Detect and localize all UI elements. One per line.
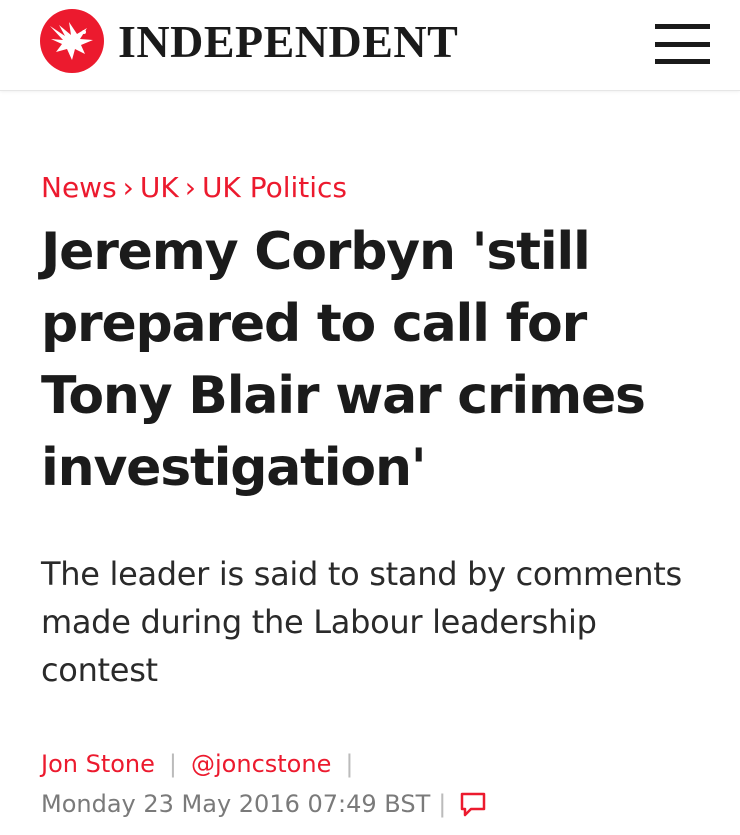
breadcrumb-news[interactable]: News (41, 171, 117, 204)
breadcrumb: News › UK › UK Politics (41, 170, 701, 206)
breadcrumb-separator: › (184, 171, 196, 204)
article-standfirst: The leader is said to stand by comments … (41, 555, 682, 689)
article-headline: Jeremy Corbyn 'still prepared to call fo… (41, 222, 646, 498)
site-logo[interactable]: INDEPENDENT (40, 9, 458, 73)
dateline-separator: | (438, 790, 447, 818)
article: News › UK › UK Politics Jeremy Corbyn 'still… (41, 170, 701, 822)
publish-date: Monday 23 May 2016 07:49 BST (41, 790, 431, 818)
eagle-icon (40, 9, 104, 73)
twitter-handle-link[interactable]: @joncstone (191, 750, 331, 778)
breadcrumb-uk[interactable]: UK (140, 171, 179, 204)
menu-bar (655, 24, 710, 29)
byline: Jon Stone | @joncstone | (41, 746, 701, 782)
brand-name: INDEPENDENT (118, 15, 459, 67)
menu-bar (655, 59, 710, 64)
breadcrumb-separator: › (122, 171, 134, 204)
menu-bar (655, 41, 710, 47)
author-link[interactable]: Jon Stone (41, 750, 155, 778)
byline-separator: | (345, 750, 354, 778)
breadcrumb-uk-politics[interactable]: UK Politics (202, 171, 347, 204)
dateline: Monday 23 May 2016 07:49 BST | (41, 786, 701, 822)
comment-icon[interactable] (458, 789, 488, 819)
site-header: INDEPENDENT (0, 0, 740, 91)
byline-separator: | (168, 750, 177, 778)
hamburger-menu-icon[interactable] (655, 24, 710, 64)
